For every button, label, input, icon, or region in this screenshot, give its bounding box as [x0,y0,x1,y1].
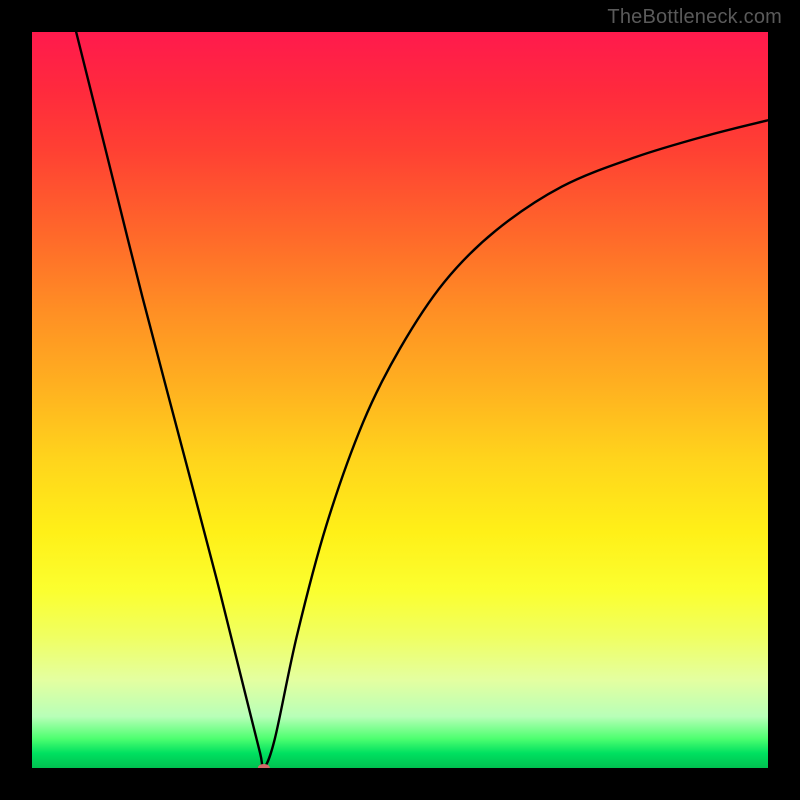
plot-area [32,32,768,768]
chart-frame: TheBottleneck.com [0,0,800,800]
minimum-marker [258,764,270,768]
watermark-text: TheBottleneck.com [607,6,782,29]
bottleneck-curve-path [76,32,768,768]
bottleneck-curve-svg [32,32,768,768]
